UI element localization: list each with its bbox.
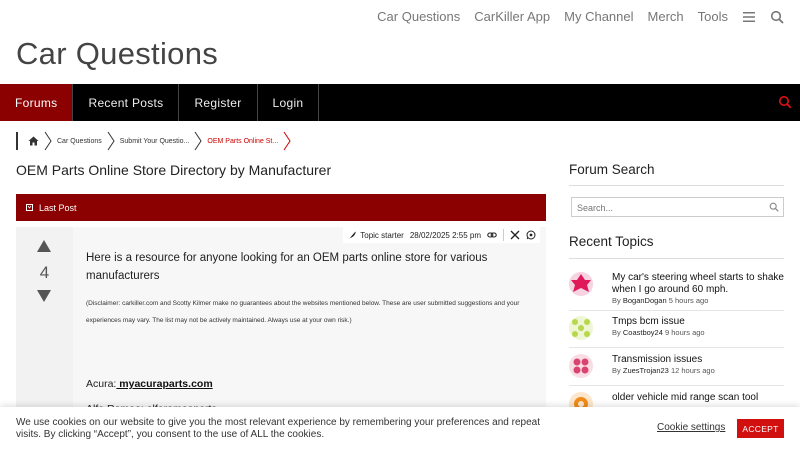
recent-topics-title: Recent Topics [569,234,654,249]
nav-merch[interactable]: Merch [648,9,684,24]
nav-carkiller-app[interactable]: CarKiller App [474,9,550,24]
last-post-link[interactable]: Last Post [39,203,77,213]
by-label: By [612,296,621,305]
recent-topic-item[interactable]: older vehicle mid range scan tool [569,392,784,416]
recent-topic-meta: By BoganDogan 5 hours ago [612,296,708,305]
post-body: Topic starter 28/02/2025 2:55 pm Here is… [73,227,546,427]
vote-count: 4 [39,263,50,282]
top-nav-links: Car Questions CarKiller App My Channel M… [377,9,784,24]
topic-starter-badge: Topic starter [347,230,404,240]
recent-topic-meta: By ZuesTrojan23 12 hours ago [612,366,715,375]
feather-icon [349,231,356,239]
cookie-banner: We use cookies on our website to give yo… [0,407,800,450]
site-title[interactable]: Car Questions [16,36,218,72]
chevron-right-icon [107,131,115,151]
upvote-icon[interactable] [36,239,52,253]
topic-time: 12 hours ago [670,366,715,375]
breadcrumb: Car Questions Submit Your Questio... OEM… [16,131,292,151]
post: 4 Topic starter 28/02/2025 2:55 pm Here … [16,227,546,427]
link-icon[interactable] [487,230,497,240]
recent-topic-title[interactable]: Tmps bcm issue [612,316,784,328]
sidebar-divider [569,185,784,186]
topic-time: 9 hours ago [664,328,705,337]
chevron-right-icon [283,131,291,151]
recent-topic-title[interactable]: Transmission issues [612,354,784,366]
topic-author[interactable]: ZuesTrojan23 [623,366,669,375]
topic-divider [569,347,784,348]
search-icon[interactable] [769,202,779,212]
breadcrumb-current: OEM Parts Online St... [207,137,279,145]
cookie-accept-button[interactable]: ACCEPT [737,419,784,438]
topic-author[interactable]: Coastboy24 [623,328,663,337]
cookie-settings-link[interactable]: Cookie settings [657,422,725,433]
forum-nav-register[interactable]: Register [179,84,258,121]
recent-topic-item[interactable]: My car's steering wheel starts to shake … [569,272,784,311]
nav-my-channel[interactable]: My Channel [564,9,633,24]
top-navigation: Car Questions CarKiller App My Channel M… [0,0,800,34]
manufacturer-line-acura: Acura: myacuraparts.com [86,378,213,390]
topic-author[interactable]: BoganDogan [623,296,667,305]
post-meta: Topic starter 28/02/2025 2:55 pm [343,227,540,243]
recent-topic-item[interactable]: Transmission issues By ZuesTrojan23 12 h… [569,354,784,386]
meta-divider [503,229,504,241]
page-title: OEM Parts Online Store Directory by Manu… [16,162,332,178]
forum-nav-recent-posts[interactable]: Recent Posts [73,84,180,121]
forum-nav-forums[interactable]: Forums [0,84,74,121]
forum-nav-login[interactable]: Login [258,84,320,121]
nav-tools[interactable]: Tools [698,9,728,24]
forum-nav-bar: Forums Recent Posts Register Login [0,84,800,121]
downvote-icon[interactable] [36,289,52,303]
post-disclaimer: (Disclaimer: carkiller.com and Scotty Ki… [86,300,520,324]
manufacturer-label: Acura: [86,378,117,390]
chevron-right-icon [194,131,203,151]
forum-search-icon[interactable] [778,95,792,109]
chevron-right-icon [44,131,52,151]
forum-search-title: Forum Search [569,162,655,177]
topic-divider [569,385,784,386]
topic-time: 5 hours ago [668,296,709,305]
search-icon[interactable] [770,10,784,24]
manufacturer-link[interactable]: myacuraparts.com [116,378,212,390]
breadcrumb-car-questions[interactable]: Car Questions [53,138,106,145]
whatsapp-icon[interactable] [526,230,536,240]
menu-icon[interactable] [742,10,756,24]
avatar [569,272,593,296]
nav-car-questions[interactable]: Car Questions [377,9,460,24]
recent-topic-item[interactable]: Tmps bcm issue By Coastboy24 9 hours ago [569,316,784,348]
recent-topic-meta: By Coastboy24 9 hours ago [612,328,705,337]
post-header-bar: Last Post [16,194,546,221]
post-intro: Here is a resource for anyone looking fo… [86,252,488,282]
post-date: 28/02/2025 2:55 pm [409,230,481,240]
home-icon[interactable] [24,136,43,146]
topic-divider [569,310,784,311]
breadcrumb-submit-question[interactable]: Submit Your Questio... [116,138,194,145]
avatar [569,354,593,378]
last-post-icon [26,204,33,211]
x-share-icon[interactable] [510,230,520,240]
recent-topic-title[interactable]: My car's steering wheel starts to shake … [612,272,784,296]
breadcrumb-divider [16,132,18,150]
recent-topic-title[interactable]: older vehicle mid range scan tool [612,392,784,404]
avatar [569,316,593,340]
sidebar-divider [569,258,784,259]
vote-column: 4 [16,227,73,427]
topic-starter-label: Topic starter [360,230,404,240]
cookie-text: We use cookies on our website to give yo… [16,417,540,440]
by-label: By [612,366,621,375]
forum-search-input[interactable] [572,199,757,217]
by-label: By [612,328,621,337]
forum-search-box [571,197,784,217]
